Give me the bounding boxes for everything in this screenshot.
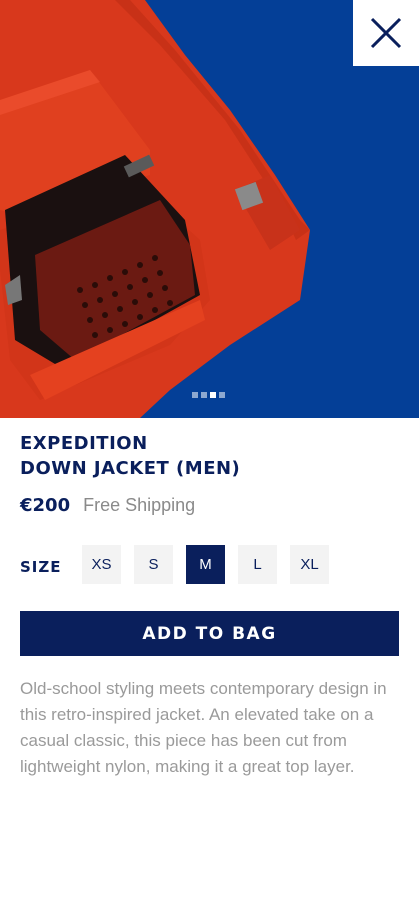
product-price: €200 [20, 495, 71, 516]
gallery-dot[interactable] [201, 392, 207, 398]
close-button[interactable] [353, 0, 419, 66]
product-title-line1: EXPEDITION [20, 433, 148, 454]
shipping-info: Free Shipping [83, 495, 196, 515]
size-option-l[interactable]: L [238, 545, 277, 584]
size-options: XS S M L XL [82, 545, 329, 584]
price-row: €200 Free Shipping [20, 495, 195, 516]
size-option-xl[interactable]: XL [290, 545, 329, 584]
close-icon [370, 17, 402, 49]
product-title-line2: DOWN JACKET (MEN) [20, 458, 241, 479]
size-label: SIZE [20, 557, 62, 576]
gallery-pagination [192, 392, 225, 398]
product-description: Old-school styling meets contemporary de… [20, 679, 387, 776]
size-option-s[interactable]: S [134, 545, 173, 584]
size-selector: SIZE XS S M L XL [20, 545, 329, 584]
gallery-dot-active[interactable] [210, 392, 216, 398]
size-option-xs[interactable]: XS [82, 545, 121, 584]
size-option-m[interactable]: M [186, 545, 225, 584]
gallery-dot[interactable] [219, 392, 225, 398]
gallery-dot[interactable] [192, 392, 198, 398]
add-to-bag-button[interactable]: ADD TO BAG [20, 611, 399, 656]
product-image[interactable] [0, 0, 419, 418]
product-title: EXPEDITION DOWN JACKET (MEN) [20, 431, 240, 481]
